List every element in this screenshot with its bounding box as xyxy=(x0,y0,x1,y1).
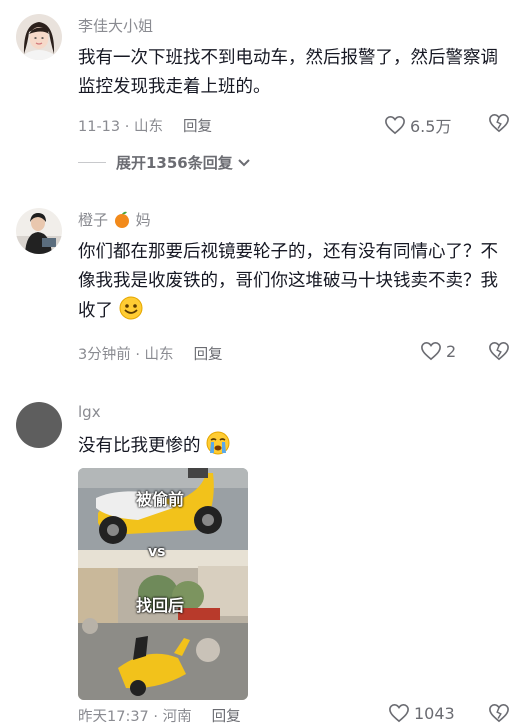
heart-icon xyxy=(421,341,441,361)
time-location: 3分钟前 · 山东 xyxy=(78,347,174,363)
reply-button[interactable]: 回复 xyxy=(212,709,241,725)
orange-emoji-icon xyxy=(114,211,129,228)
comment-meta: 昨天17:37 · 河南 回复 xyxy=(78,705,241,726)
username[interactable]: 李佳大小姐 xyxy=(78,15,153,36)
expand-replies-button[interactable]: 展开1356条回复 xyxy=(78,152,251,173)
comment-text-content: 没有比我更惨的 xyxy=(78,436,201,456)
dislike-button[interactable] xyxy=(488,113,510,137)
chevron-down-icon xyxy=(238,158,250,166)
avatar[interactable] xyxy=(16,402,62,448)
dislike-icon xyxy=(489,113,509,133)
crying-emoji-icon xyxy=(206,431,230,455)
comment-meta: 11-13 · 山东 回复 xyxy=(78,115,212,136)
time-location: 昨天17:37 · 河南 xyxy=(78,709,192,725)
username-suffix: 妈 xyxy=(135,211,151,229)
comment-image[interactable]: 被偷前 vs 找回后 xyxy=(78,468,248,700)
dislike-icon xyxy=(489,341,509,361)
like-count: 6.5万 xyxy=(410,117,452,136)
divider-line xyxy=(78,162,106,163)
avatar[interactable] xyxy=(16,208,62,254)
caption-before: 被偷前 xyxy=(136,490,185,509)
dislike-button[interactable] xyxy=(488,703,510,727)
username-text: 橙子 xyxy=(78,211,109,229)
heart-icon xyxy=(385,115,405,135)
like-button[interactable]: 6.5万 xyxy=(384,113,451,137)
reply-button[interactable]: 回复 xyxy=(183,119,212,135)
like-button[interactable]: 1043 xyxy=(388,703,455,723)
smile-emoji-icon xyxy=(119,296,143,320)
heart-icon xyxy=(389,703,409,723)
dislike-button[interactable] xyxy=(488,341,510,365)
username[interactable]: 橙子 妈 xyxy=(78,209,151,230)
comment-text: 没有比我更惨的 xyxy=(78,431,508,461)
comment-meta: 3分钟前 · 山东 回复 xyxy=(78,343,223,364)
username[interactable]: lgx xyxy=(78,403,101,421)
comment-text: 我有一次下班找不到电动车，然后报警了，然后警察调监控发现我走着上班的。 xyxy=(78,48,498,97)
time-location: 11-13 · 山东 xyxy=(78,119,163,135)
dislike-icon xyxy=(489,703,509,723)
like-count: 1043 xyxy=(414,703,455,723)
reply-button[interactable]: 回复 xyxy=(194,347,223,363)
avatar[interactable] xyxy=(16,14,62,60)
caption-vs: vs xyxy=(148,544,166,560)
caption-after: 找回后 xyxy=(136,596,185,615)
expand-label: 展开1356条回复 xyxy=(116,154,233,172)
comment-text: 你们都在那要后视镜要轮子的，还有没有同情心了？不像我我是收废铁的，哥们你这堆破马… xyxy=(78,238,508,326)
like-button[interactable]: 2 xyxy=(420,341,456,361)
like-count: 2 xyxy=(446,341,457,361)
